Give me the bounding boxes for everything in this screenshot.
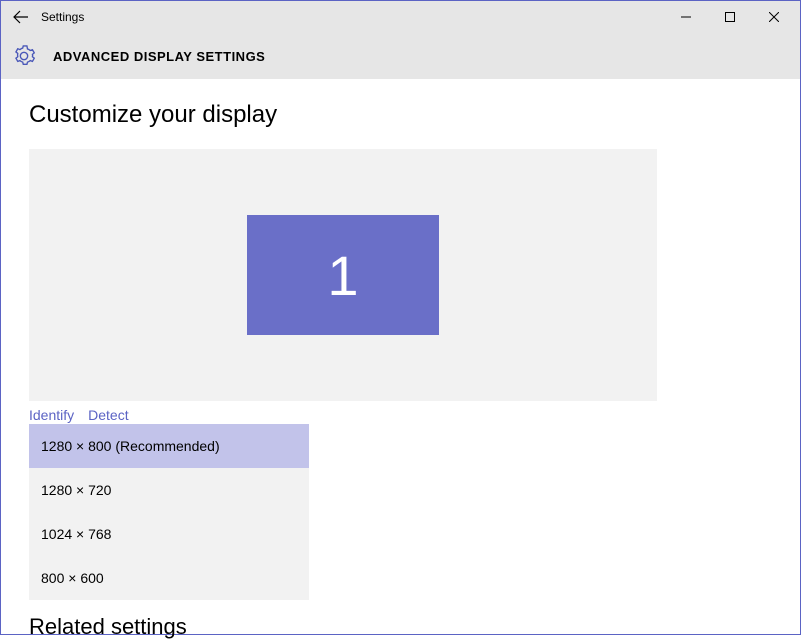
maximize-icon [725, 12, 735, 22]
window-title: Settings [41, 10, 84, 24]
resolution-option[interactable]: 1280 × 800 (Recommended) [29, 424, 309, 468]
resolution-list[interactable]: 1280 × 800 (Recommended) 1280 × 720 1024… [29, 424, 309, 600]
titlebar: Settings [1, 1, 800, 33]
related-heading: Related settings [29, 614, 772, 640]
content: Customize your display 1 Identify Detect… [1, 79, 800, 640]
header: ADVANCED DISPLAY SETTINGS [1, 33, 800, 79]
page-title: ADVANCED DISPLAY SETTINGS [53, 49, 265, 64]
back-arrow-icon [13, 9, 29, 25]
close-button[interactable] [752, 1, 796, 33]
resolution-option[interactable]: 800 × 600 [29, 556, 309, 600]
resolution-option[interactable]: 1280 × 720 [29, 468, 309, 512]
customize-heading: Customize your display [29, 101, 772, 129]
resolution-option[interactable]: 1024 × 768 [29, 512, 309, 556]
back-button[interactable] [5, 1, 37, 33]
detect-link[interactable]: Detect [88, 407, 128, 423]
identify-link[interactable]: Identify [29, 407, 74, 423]
gear-icon [13, 45, 35, 67]
minimize-button[interactable] [664, 1, 708, 33]
monitor-thumbnail[interactable]: 1 [247, 215, 439, 335]
display-preview: 1 [29, 149, 657, 401]
minimize-icon [681, 12, 691, 22]
maximize-button[interactable] [708, 1, 752, 33]
display-actions: Identify Detect [29, 407, 772, 423]
close-icon [769, 12, 779, 22]
